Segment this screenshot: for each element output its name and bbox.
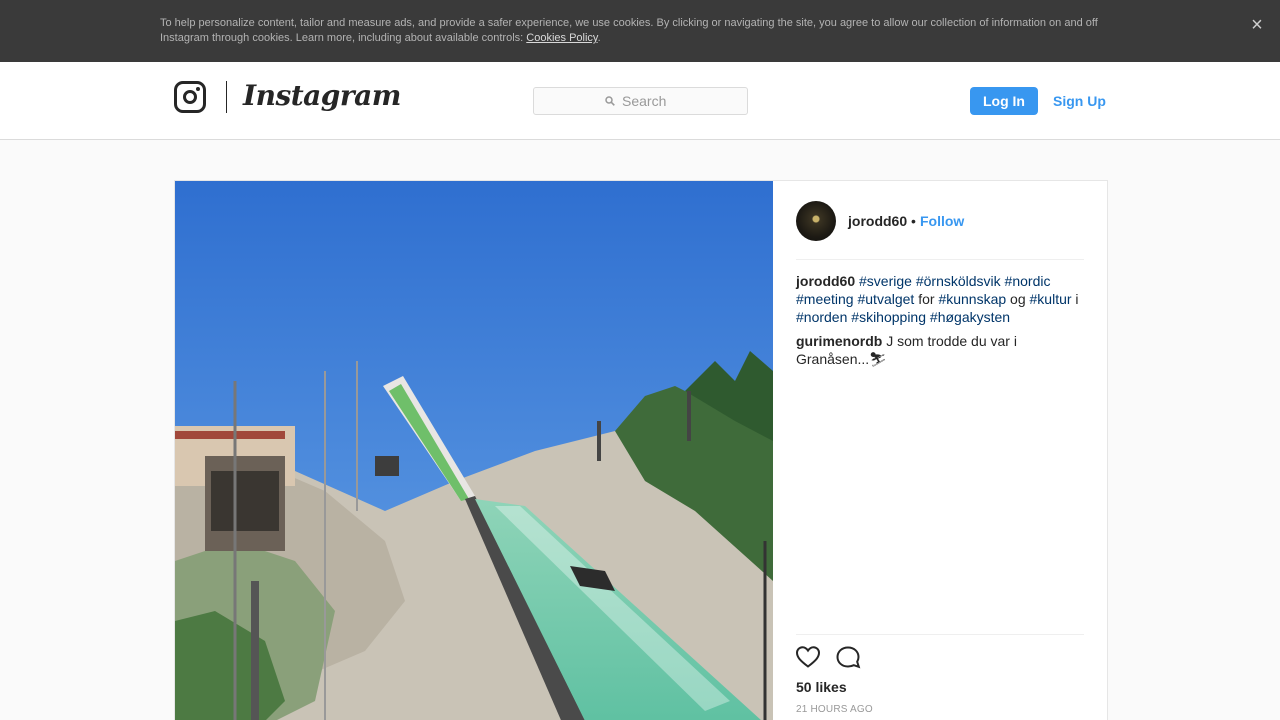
search-input[interactable]: Search	[533, 87, 748, 115]
likes-count[interactable]: 50 likes	[796, 679, 847, 695]
post-sidebar: jorodd60 • Follow jorodd60 #sverige #örn…	[773, 181, 1109, 720]
close-icon[interactable]: ×	[1248, 15, 1266, 35]
post-timestamp[interactable]: 21 HOURS AGO	[796, 704, 873, 715]
comments-list: jorodd60 #sverige #örnsköldsvik #nordic …	[796, 272, 1086, 374]
hashtag-link[interactable]: #utvalget	[857, 291, 914, 307]
author-username[interactable]: jorodd60	[848, 213, 907, 229]
caption-fragment: i	[1071, 291, 1079, 307]
heart-icon[interactable]	[795, 645, 821, 669]
avatar[interactable]	[796, 201, 836, 241]
search-placeholder: Search	[622, 93, 667, 109]
post-photo[interactable]	[175, 181, 773, 720]
logo-divider	[226, 81, 227, 113]
cookie-banner: To help personalize content, tailor and …	[0, 0, 1280, 62]
hashtag-link[interactable]: #norden	[796, 309, 847, 325]
hashtag-link[interactable]: #meeting	[796, 291, 854, 307]
hashtag-link[interactable]: #kultur	[1030, 291, 1072, 307]
comment-username[interactable]: gurimenordb	[796, 333, 882, 349]
cookie-message: To help personalize content, tailor and …	[160, 16, 1120, 46]
instagram-wordmark[interactable]: Instagram	[243, 79, 401, 112]
hashtag-link[interactable]: #kunnskap	[938, 291, 1006, 307]
divider	[796, 634, 1084, 635]
cookie-period: .	[597, 32, 601, 44]
follow-button[interactable]: Follow	[920, 213, 964, 229]
caption: jorodd60 #sverige #örnsköldsvik #nordic …	[796, 272, 1086, 326]
signup-link[interactable]: Sign Up	[1053, 87, 1106, 115]
post-card: jorodd60 • Follow jorodd60 #sverige #örn…	[174, 180, 1108, 720]
top-nav: Instagram Search Log In Sign Up	[0, 62, 1280, 140]
login-button[interactable]: Log In	[970, 87, 1038, 115]
hashtag-link[interactable]: #sverige	[859, 273, 912, 289]
hashtag-link[interactable]: #høgakysten	[930, 309, 1010, 325]
divider	[796, 259, 1084, 260]
camera-icon[interactable]	[174, 81, 206, 113]
cookies-policy-link[interactable]: Cookies Policy	[526, 32, 597, 44]
ski-jump-photo	[175, 181, 773, 720]
cookie-text: To help personalize content, tailor and …	[160, 17, 1098, 44]
comment-icon[interactable]	[835, 645, 861, 669]
hashtag-link[interactable]: #skihopping	[851, 309, 926, 325]
caption-fragment: og	[1006, 291, 1030, 307]
hashtag-link[interactable]: #nordic	[1005, 273, 1051, 289]
search-icon	[605, 96, 615, 106]
hashtag-link[interactable]: #örnsköldsvik	[916, 273, 1001, 289]
separator-dot: •	[911, 213, 916, 229]
caption-fragment: for	[914, 291, 939, 307]
comment: gurimenordb J som trodde du var i Granås…	[796, 332, 1086, 368]
caption-username[interactable]: jorodd60	[796, 273, 855, 289]
